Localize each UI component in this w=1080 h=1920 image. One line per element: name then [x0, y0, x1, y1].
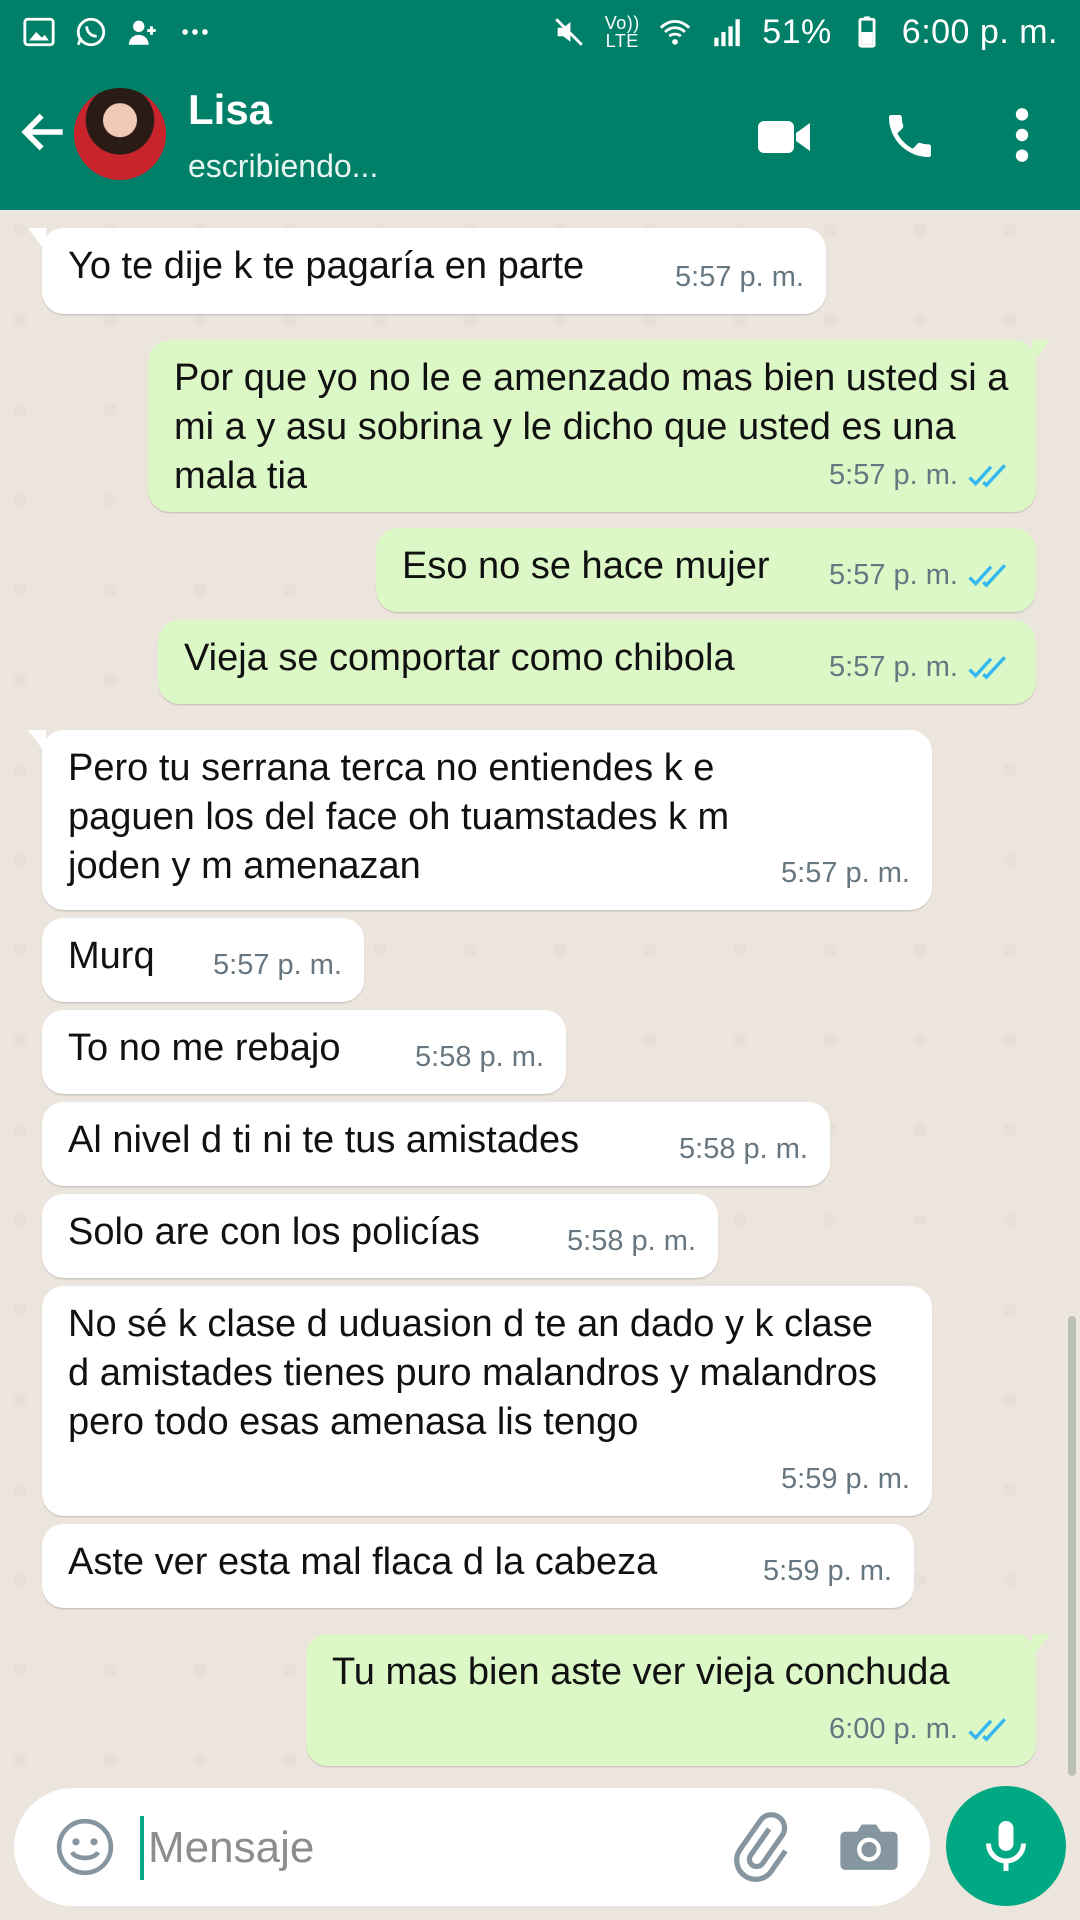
message-bubble-incoming[interactable]: Murq 5:57 p. m.: [42, 918, 364, 1002]
contact-name[interactable]: Lisa: [188, 86, 272, 134]
message-time: 5:59 p. m.: [763, 1555, 892, 1587]
typing-status: escribiendo...: [188, 148, 379, 184]
message-bubble-incoming[interactable]: No sé k clase d uduasion d te an dado y …: [42, 1286, 932, 1516]
chat-header: Lisa escribiendo...: [0, 64, 1080, 210]
scrollbar[interactable]: [1068, 1316, 1076, 1776]
gallery-icon: [23, 17, 55, 47]
read-receipt-icon: [968, 1717, 1007, 1742]
message-time: 5:59 p. m.: [781, 1463, 910, 1495]
message-bubble-outgoing[interactable]: Tu mas bien aste ver vieja conchuda 6:00…: [306, 1634, 1050, 1766]
message-time: 6:00 p. m.: [829, 1713, 958, 1745]
message-list[interactable]: Yo te dije k te pagaría en parte 5:57 p.…: [0, 210, 1080, 1770]
text-cursor: [140, 1816, 144, 1880]
message-bubble-outgoing[interactable]: Eso no se hace mujer 5:57 p. m.: [376, 528, 1036, 612]
paperclip-icon[interactable]: [724, 1812, 794, 1882]
message-bubble-incoming[interactable]: Yo te dije k te pagaría en parte 5:57 p.…: [28, 228, 826, 314]
message-bubble-incoming[interactable]: Al nivel d ti ni te tus amistades 5:58 p…: [42, 1102, 830, 1186]
message-time: 5:58 p. m.: [415, 1041, 544, 1073]
message-text: No sé k clase d uduasion d te an dado y …: [68, 1303, 888, 1443]
message-composer: [14, 1788, 930, 1906]
message-input[interactable]: [146, 1810, 710, 1886]
read-receipt-icon: [968, 563, 1007, 588]
message-time: 5:57 p. m.: [781, 857, 910, 889]
mute-icon: [555, 18, 583, 46]
message-time: 5:57 p. m.: [829, 559, 958, 591]
message-bubble-incoming[interactable]: To no me rebajo 5:58 p. m.: [42, 1010, 566, 1094]
message-time: 5:57 p. m.: [829, 459, 958, 491]
more-notifications-icon: [182, 29, 208, 35]
camera-icon[interactable]: [838, 1818, 900, 1874]
message-time: 5:58 p. m.: [679, 1133, 808, 1165]
message-bubble-incoming[interactable]: Solo are con los policías 5:58 p. m.: [42, 1194, 718, 1278]
wifi-icon: [660, 19, 691, 45]
more-options-icon[interactable]: [1004, 104, 1040, 166]
add-contact-icon: [128, 20, 156, 45]
read-receipt-icon: [968, 655, 1007, 680]
message-time: 5:57 p. m.: [675, 261, 804, 293]
emoji-icon[interactable]: [54, 1816, 116, 1878]
read-receipt-icon: [968, 463, 1007, 488]
volte-label: Vo)) LTE: [604, 13, 640, 51]
message-bubble-incoming[interactable]: Pero tu serrana terca no entiendes k e p…: [28, 730, 932, 910]
clock: 6:00 p. m.: [901, 12, 1058, 51]
message-time: 5:57 p. m.: [213, 949, 342, 981]
mic-icon: [986, 1821, 1026, 1871]
battery-icon: [858, 16, 876, 48]
avatar[interactable]: [74, 88, 166, 180]
message-bubble-outgoing[interactable]: Vieja se comportar como chibola 5:57 p. …: [158, 620, 1036, 704]
message-text: Tu mas bien aste ver vieja conchuda: [332, 1651, 950, 1693]
signal-icon: [714, 19, 740, 47]
message-time: 5:58 p. m.: [567, 1225, 696, 1257]
whatsapp-icon: [76, 17, 106, 47]
message-text: Pero tu serrana terca no entiendes k e p…: [68, 747, 740, 887]
battery-percent: 51%: [762, 12, 832, 51]
status-bar: Vo)) LTE 51% 6:00 p. m.: [0, 0, 1080, 64]
message-bubble-incoming[interactable]: Aste ver esta mal flaca d la cabeza 5:59…: [42, 1524, 914, 1608]
mic-button[interactable]: [946, 1786, 1066, 1906]
back-arrow-icon[interactable]: [16, 104, 72, 160]
video-call-icon[interactable]: [756, 112, 812, 162]
message-time: 5:57 p. m.: [829, 651, 958, 683]
phone-icon[interactable]: [882, 108, 938, 164]
message-bubble-outgoing[interactable]: Por que yo no le e amenzado mas bien ust…: [148, 340, 1050, 512]
